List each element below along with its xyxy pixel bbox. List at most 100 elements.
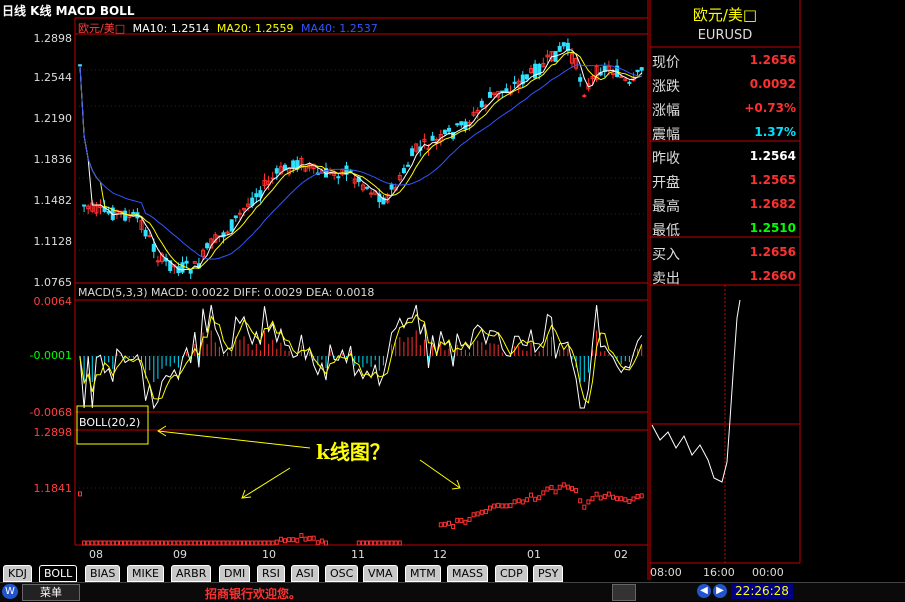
boll-candle — [582, 504, 587, 510]
boll-candle — [82, 540, 87, 546]
boll-candle — [217, 540, 222, 546]
boll-candle — [516, 498, 521, 504]
boll-candle — [131, 540, 136, 546]
candle-body — [524, 74, 529, 80]
boll-candle — [274, 539, 279, 545]
boll-candle — [442, 521, 447, 527]
candle-body — [463, 121, 468, 130]
boll-candle — [393, 540, 398, 546]
boll-candle — [615, 496, 620, 502]
boll-candle — [365, 540, 369, 546]
tab-psy[interactable]: PSY — [533, 565, 564, 582]
boll-candle — [639, 493, 644, 499]
boll-candle — [586, 499, 591, 505]
boll-candle — [180, 540, 185, 546]
boll-tick: 1.1841 — [33, 482, 73, 495]
boll-candle — [594, 491, 599, 497]
ma10-line — [79, 48, 643, 271]
tab-arbr[interactable]: ARBR — [171, 565, 212, 582]
candle-body — [406, 164, 410, 167]
boll-candle — [155, 540, 160, 546]
quote-label: 买入 — [652, 247, 680, 263]
dea-line — [79, 313, 643, 404]
boll-candle — [319, 538, 324, 544]
candle-body — [254, 193, 259, 198]
tab-mtm[interactable]: MTM — [405, 565, 441, 582]
clock: 22:26:28 — [731, 584, 793, 599]
tab-boll[interactable]: BOLL — [39, 565, 78, 582]
candle-body — [442, 129, 447, 134]
boll-candle — [389, 540, 394, 546]
candle-body — [479, 100, 484, 108]
candle-body — [635, 69, 640, 73]
candle-body — [229, 219, 234, 232]
candle-body — [578, 77, 583, 82]
quote-value: +0.73% — [744, 101, 796, 115]
boll-candle — [254, 540, 259, 546]
tab-vma[interactable]: VMA — [363, 565, 398, 582]
quote-row: 震幅 1.37% — [650, 121, 800, 145]
boll-candle — [631, 496, 636, 502]
date-tick: 08 — [89, 548, 103, 561]
back-icon[interactable]: ◀ — [697, 584, 711, 598]
candle-body — [291, 160, 296, 169]
date-tick: 01 — [527, 548, 541, 561]
boll-candle — [135, 540, 140, 546]
tab-kdj[interactable]: KDJ — [3, 565, 32, 582]
boll-candle — [590, 496, 595, 502]
boll-candle — [110, 540, 115, 546]
quote-label: 卖出 — [652, 271, 680, 287]
tab-osc[interactable]: OSC — [325, 565, 359, 582]
boll-candle — [488, 505, 492, 511]
candle-body — [205, 243, 210, 249]
boll-candle — [479, 509, 484, 515]
macd-tick: -0.0001 — [29, 349, 72, 362]
quote-row: 昨收 1.2564 — [650, 145, 800, 169]
annotation-arrows — [157, 425, 461, 499]
monitor-icon[interactable] — [612, 584, 636, 601]
moving-average-lines — [79, 48, 643, 271]
tab-bias[interactable]: BIAS — [85, 565, 121, 582]
boll-candle — [524, 497, 529, 503]
boll-candle — [139, 540, 144, 546]
tab-mike[interactable]: MIKE — [127, 565, 164, 582]
boll-candle — [324, 540, 328, 546]
boll-candle — [221, 540, 226, 546]
annotation-text: k线图？ — [316, 440, 390, 464]
tab-rsi[interactable]: RSI — [257, 565, 285, 582]
quote-label: 开盘 — [652, 175, 680, 191]
boll-candle — [287, 537, 292, 543]
boll-candle — [549, 484, 554, 490]
candle-body — [401, 168, 406, 174]
candle-body — [512, 81, 517, 84]
tab-dmi[interactable]: DMI — [219, 565, 251, 582]
tab-cdp[interactable]: CDP — [495, 565, 528, 582]
price-tick: 1.1482 — [33, 194, 73, 207]
menu-button[interactable]: 菜单 — [22, 584, 80, 601]
intraday-time: 00:00 — [752, 566, 784, 579]
ma20-label: MA20: 1.2559 — [216, 22, 294, 35]
boll-candle — [496, 502, 501, 508]
date-tick: 10 — [262, 548, 276, 561]
boll-candle — [574, 488, 579, 494]
quote-row: 涨跌 0.0092 — [650, 73, 800, 97]
boll-candle — [459, 517, 464, 523]
intraday-series — [651, 299, 741, 483]
tab-asi[interactable]: ASI — [291, 565, 319, 582]
logo-icon[interactable]: W — [2, 584, 18, 599]
quote-row: 开盘 1.2565 — [650, 169, 800, 193]
price-tick: 1.0765 — [33, 276, 73, 289]
candle-body — [155, 260, 160, 263]
boll-candle — [114, 540, 119, 546]
quote-value: 1.2510 — [749, 221, 796, 235]
quote-label: 震幅 — [652, 127, 680, 143]
price-tick: 1.2898 — [33, 32, 73, 45]
boll-candle — [250, 540, 255, 546]
candlestick-series — [78, 38, 644, 279]
boll-candle — [295, 537, 300, 543]
forward-icon[interactable]: ▶ — [713, 584, 727, 598]
boll-candle — [570, 486, 574, 492]
boll-candle — [127, 540, 132, 546]
tab-mass[interactable]: MASS — [447, 565, 488, 582]
boll-candle — [471, 512, 476, 518]
